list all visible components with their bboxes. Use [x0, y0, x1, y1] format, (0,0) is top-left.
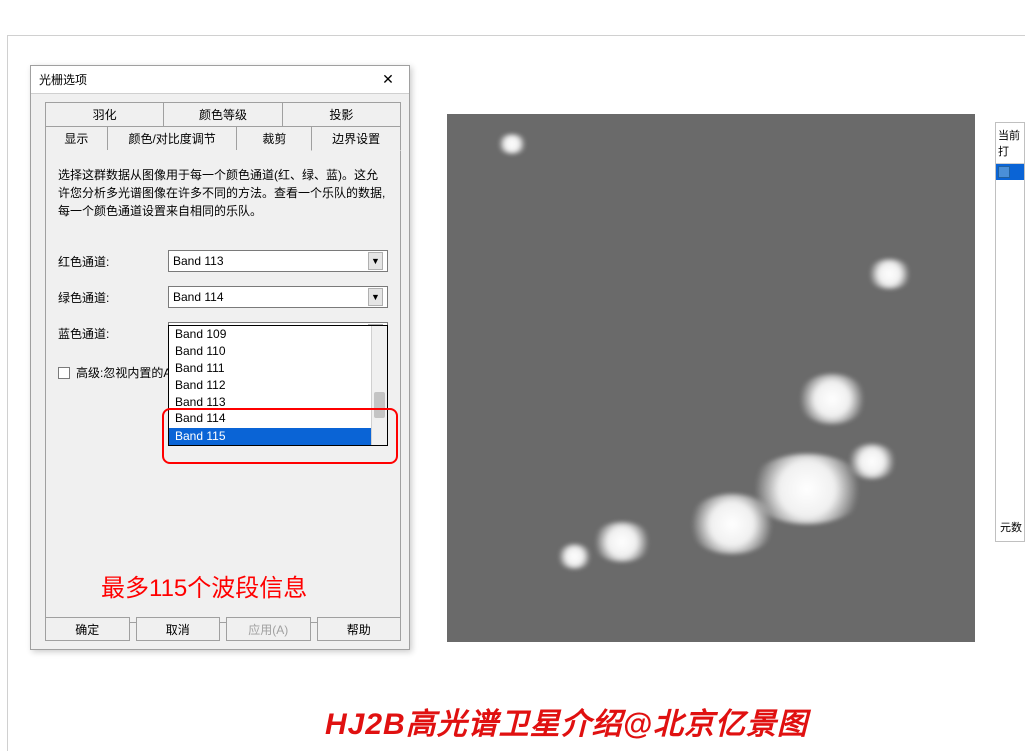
cancel-button[interactable]: 取消 — [136, 617, 221, 641]
tab-crop[interactable]: 裁剪 — [236, 127, 311, 151]
side-panel-header: 当前打 — [996, 123, 1024, 164]
green-channel-row: 绿色通道: Band 114 ▼ — [58, 286, 388, 308]
blue-channel-label: 蓝色通道: — [58, 325, 168, 342]
watermark-text: HJ2B高光谱卫星介绍@北京亿景图 — [325, 699, 808, 743]
dropdown-option[interactable]: Band 114 — [169, 410, 387, 427]
description-text: 选择这群数据从图像用于每一个颜色通道(红、绿、蓝)。这允许您分析多光谱图像在许多… — [58, 166, 388, 220]
tab-display[interactable]: 显示 — [45, 127, 107, 151]
help-button[interactable]: 帮助 — [317, 617, 402, 641]
apply-button[interactable]: 应用(A) — [226, 617, 311, 641]
dialog-titlebar: 光栅选项 ✕ — [31, 66, 409, 94]
dropdown-option[interactable]: Band 110 — [169, 343, 387, 360]
red-channel-row: 红色通道: Band 113 ▼ — [58, 250, 388, 272]
dropdown-option[interactable]: Band 112 — [169, 377, 387, 394]
dropdown-option[interactable]: Band 113 — [169, 394, 387, 411]
close-icon: ✕ — [382, 71, 394, 88]
dialog-buttons: 确定 取消 应用(A) 帮助 — [45, 617, 401, 641]
dialog-title: 光栅选项 — [39, 71, 87, 88]
dropdown-scrollbar[interactable] — [371, 326, 387, 445]
dropdown-option[interactable]: Band 111 — [169, 360, 387, 377]
tab-feather[interactable]: 羽化 — [45, 102, 163, 127]
dropdown-option-selected[interactable]: Band 115 ▼ — [169, 428, 387, 445]
side-panel-footer: 元数 — [1000, 519, 1022, 535]
tab-projection[interactable]: 投影 — [282, 102, 401, 127]
side-panel-item[interactable] — [996, 164, 1024, 180]
chevron-down-icon: ▼ — [368, 288, 383, 306]
side-panel: 当前打 元数 — [995, 122, 1025, 542]
green-channel-select[interactable]: Band 114 ▼ — [168, 286, 388, 308]
dropdown-option[interactable]: Band 109 — [169, 326, 387, 343]
dropdown-selected-label: Band 115 — [175, 429, 226, 444]
tab-border-settings[interactable]: 边界设置 — [311, 127, 401, 151]
green-channel-value: Band 114 — [173, 290, 224, 304]
satellite-preview — [447, 114, 975, 642]
raster-options-dialog: 光栅选项 ✕ 羽化 颜色等级 投影 显示 颜色/对比度调节 裁剪 边界设置 选择… — [30, 65, 410, 650]
annotation-text: 最多115个波段信息 — [101, 568, 307, 603]
tab-color-contrast[interactable]: 颜色/对比度调节 — [107, 127, 237, 151]
red-channel-value: Band 113 — [173, 254, 224, 268]
ignore-alpha-checkbox[interactable] — [58, 367, 70, 379]
red-channel-select[interactable]: Band 113 ▼ — [168, 250, 388, 272]
tabs-row-lower: 显示 颜色/对比度调节 裁剪 边界设置 — [31, 127, 409, 151]
ok-button[interactable]: 确定 — [45, 617, 130, 641]
tab-color-level[interactable]: 颜色等级 — [163, 102, 281, 127]
chevron-down-icon: ▼ — [368, 252, 383, 270]
tabs-row-upper: 羽化 颜色等级 投影 — [31, 102, 409, 127]
scrollbar-thumb[interactable] — [374, 392, 385, 418]
close-button[interactable]: ✕ — [375, 70, 401, 90]
red-channel-label: 红色通道: — [58, 253, 168, 270]
green-channel-label: 绿色通道: — [58, 289, 168, 306]
layer-icon — [998, 166, 1010, 178]
tab-panel: 选择这群数据从图像用于每一个颜色通道(红、绿、蓝)。这允许您分析多光谱图像在许多… — [45, 150, 401, 623]
blue-channel-dropdown[interactable]: Band 109 Band 110 Band 111 Band 112 Band… — [168, 325, 388, 446]
